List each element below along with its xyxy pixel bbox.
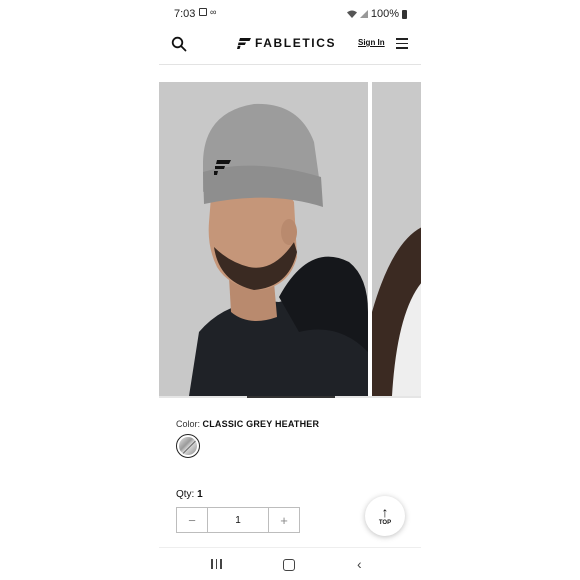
man-grey-beanie-photo[interactable]: [159, 82, 368, 396]
top-label: TOP: [378, 520, 392, 526]
recent-apps-icon[interactable]: [211, 559, 222, 569]
brand-logo[interactable]: FABLETICS: [237, 36, 336, 50]
color-value: CLASSIC GREY HEATHER: [202, 419, 320, 429]
battery-percent: 100%: [370, 8, 399, 20]
status-right-icons: 100%: [346, 8, 407, 20]
system-nav-bar: ‹: [159, 547, 421, 580]
back-to-top-button[interactable]: ↑ TOP: [365, 496, 405, 536]
woman-partial-photo[interactable]: [372, 82, 421, 396]
color-label: Color:: [176, 419, 201, 429]
wifi-icon: [346, 10, 357, 18]
swatch-fill: [179, 437, 197, 455]
search-icon[interactable]: [171, 36, 187, 52]
image-icon: [199, 8, 207, 16]
status-bar: 7:03 ∞ 100%: [159, 0, 421, 28]
decrease-qty-button[interactable]: −: [177, 508, 207, 532]
brand-name: FABLETICS: [255, 36, 337, 50]
sign-in-link[interactable]: Sign In: [358, 38, 385, 47]
phone-screen: 7:03 ∞ 100% FABLETICS Sign In Color: CLA…: [159, 0, 421, 580]
site-header: FABLETICS Sign In: [159, 30, 421, 65]
quantity-label-row: Qty: 1: [176, 489, 203, 500]
battery-icon: [402, 9, 407, 19]
status-time: 7:03: [174, 8, 196, 20]
gallery-progress-track: [159, 396, 421, 398]
color-swatch-classic-grey-heather[interactable]: [176, 434, 200, 458]
link-icon: ∞: [210, 7, 217, 17]
quantity-stepper[interactable]: − 1 +: [176, 507, 300, 533]
home-icon[interactable]: [283, 559, 295, 571]
qty-value: 1: [197, 489, 203, 500]
arrow-up-icon: ↑: [381, 504, 389, 520]
menu-icon[interactable]: [396, 38, 408, 49]
status-left-icons: ∞: [199, 8, 216, 17]
product-gallery[interactable]: [159, 82, 421, 398]
increase-qty-button[interactable]: +: [269, 508, 299, 532]
qty-label: Qty:: [176, 489, 195, 500]
color-selection: Color: CLASSIC GREY HEATHER: [176, 419, 319, 429]
back-icon[interactable]: ‹: [357, 556, 362, 572]
fabletics-logo-icon: [237, 37, 251, 49]
signal-icon: [359, 10, 368, 18]
qty-input[interactable]: 1: [207, 508, 269, 532]
gallery-progress-indicator: [247, 396, 335, 398]
